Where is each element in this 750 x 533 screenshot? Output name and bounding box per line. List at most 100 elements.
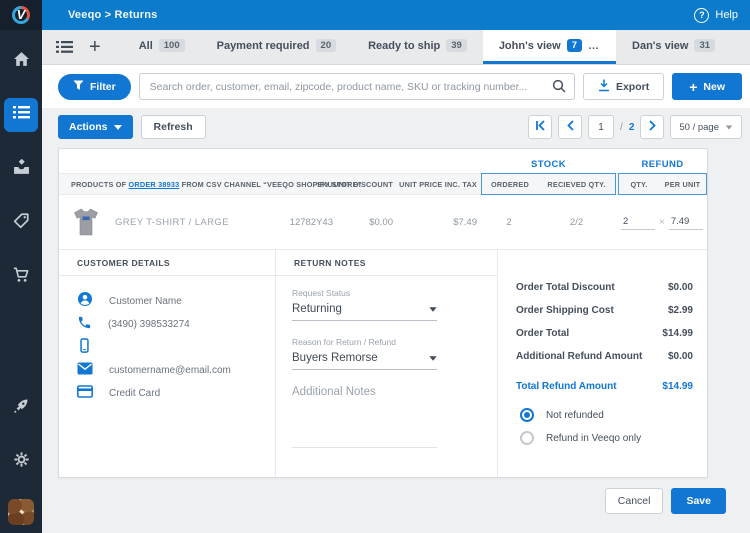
prev-page-button[interactable] <box>558 115 583 139</box>
help-icon: ? <box>694 7 710 23</box>
received-qty-column-header: RECIEVED QTY. <box>547 179 606 189</box>
views-tab-bar: + All 100 Payment required 20 Ready to s… <box>42 30 750 65</box>
tab-count-badge: 100 <box>158 38 185 53</box>
breadcrumb: Veeqo > Returns <box>68 9 158 21</box>
sidebar-item-whats-new[interactable] <box>4 391 38 425</box>
tag-icon <box>13 212 29 234</box>
table-header-row: PRODUCTS OF ORDER 38933 FROM CSV CHANNEL… <box>59 173 707 195</box>
customer-name-row: Customer Name <box>77 290 275 313</box>
chevron-down-icon <box>429 306 437 312</box>
ordered-column-header: ORDERED <box>491 179 529 189</box>
new-button[interactable]: + New <box>672 73 742 100</box>
tab-count-badge: 20 <box>315 38 337 53</box>
download-icon <box>598 79 610 95</box>
radio-refund-in-veeqo-only[interactable]: Refund in Veeqo only <box>520 431 693 445</box>
cart-icon <box>13 267 30 288</box>
product-unit-discount: $0.00 <box>369 216 393 228</box>
received-qty-value: 2/2 <box>569 216 584 228</box>
tab-payment-required[interactable]: Payment required 20 <box>201 30 353 64</box>
refresh-button[interactable]: Refresh <box>140 115 206 139</box>
return-detail-card: STOCK REFUND PRODUCTS OF ORDER 38933 FRO… <box>58 148 708 478</box>
tab-count-badge: 31 <box>694 38 716 53</box>
user-avatar[interactable] <box>4 499 38 533</box>
return-reason-select[interactable]: Buyers Remorse <box>292 352 437 370</box>
total-refund-row: Total Refund Amount $14.99 <box>516 381 693 392</box>
customer-details-section: CUSTOMER DETAILS Customer Name (3490) 39… <box>59 250 276 477</box>
order-link[interactable]: ORDER 38933 <box>129 180 180 189</box>
unit-price-column-header: UNIT PRICE INC. TAX <box>399 179 477 189</box>
customer-mobile-row <box>77 336 275 359</box>
product-sku: 12782Y43 <box>289 216 333 228</box>
tab-count-badge: 7 <box>566 38 583 53</box>
help-button[interactable]: ? Help <box>694 7 738 23</box>
veeqo-logo[interactable]: V <box>0 0 42 30</box>
sidebar-item-returns[interactable] <box>4 98 38 132</box>
rocket-icon <box>13 398 29 419</box>
actions-dropdown-button[interactable]: Actions <box>58 115 133 139</box>
tab-dans-view[interactable]: Dan's view 31 <box>616 30 731 64</box>
export-button[interactable]: Export <box>582 73 665 100</box>
mobile-icon <box>77 337 92 358</box>
refund-group-header: REFUND <box>641 158 684 170</box>
filter-button[interactable]: Filter <box>58 73 131 100</box>
product-thumbnail <box>71 206 101 238</box>
customer-email-row: customername@email.com <box>77 359 275 382</box>
sidebar-item-products[interactable] <box>4 206 38 240</box>
tab-all[interactable]: All 100 <box>123 30 201 64</box>
request-status-label: Request Status <box>292 288 351 298</box>
save-button[interactable]: Save <box>671 488 726 514</box>
sidebar-item-home[interactable] <box>4 44 38 78</box>
radio-selected-icon <box>520 408 534 422</box>
tab-count-badge: 39 <box>446 38 467 53</box>
top-bar: Veeqo > Returns ? Help <box>42 0 750 30</box>
additional-notes-textarea[interactable]: Additional Notes <box>292 386 437 448</box>
refund-summary-section: Order Total Discount $0.00 Order Shippin… <box>498 250 707 477</box>
view-list-button[interactable] <box>56 40 73 54</box>
tab-more-icon[interactable]: … <box>588 40 600 52</box>
refund-qty-input[interactable] <box>621 214 655 230</box>
search-input[interactable] <box>138 73 575 100</box>
return-reason-label: Reason for Return / Refund <box>292 337 396 347</box>
pagination: 1 / 2 50 / page <box>528 115 742 139</box>
sidebar-item-receive[interactable] <box>4 152 38 186</box>
request-status-select[interactable]: Returning <box>292 303 437 321</box>
first-page-button[interactable] <box>528 115 553 139</box>
stock-columns-box: ORDERED RECIEVED QTY. <box>481 173 616 195</box>
page-size-select[interactable]: 50 / page <box>670 115 742 139</box>
veeqo-returns-page: V Veeqo > Returns ? Help + All 100 Payme… <box>0 0 750 533</box>
refund-per-unit-input[interactable] <box>668 214 703 230</box>
inbox-diamond-icon <box>13 158 30 180</box>
tab-johns-view[interactable]: John's view 7 … <box>482 30 617 64</box>
current-page-input[interactable]: 1 <box>588 115 615 139</box>
summary-row: Order Shipping Cost $2.99 <box>516 305 693 316</box>
summary-row: Additional Refund Amount $0.00 <box>516 351 693 362</box>
qty-column-header: QTY. <box>630 179 648 189</box>
radio-not-refunded[interactable]: Not refunded <box>520 408 693 422</box>
cancel-button[interactable]: Cancel <box>604 488 664 514</box>
next-page-button[interactable] <box>640 115 665 139</box>
list-icon <box>12 105 30 125</box>
stock-group-header: STOCK <box>530 158 567 170</box>
credit-card-icon <box>77 384 93 403</box>
ordered-value: 2 <box>506 216 512 228</box>
plus-icon: + <box>689 78 698 95</box>
home-icon <box>13 51 30 72</box>
actions-bar: Actions Refresh 1 / 2 50 / page <box>42 108 750 146</box>
add-view-button[interactable]: + <box>89 37 101 57</box>
customer-details-header: CUSTOMER DETAILS <box>59 250 275 276</box>
chevron-down-icon <box>113 124 122 130</box>
search-icon[interactable] <box>552 79 566 98</box>
email-icon <box>77 362 93 380</box>
chevron-down-icon <box>725 125 733 129</box>
products-header: PRODUCTS OF ORDER 38933 FROM CSV CHANNEL… <box>71 179 362 189</box>
plus-icon: + <box>89 36 101 58</box>
sidebar: V <box>0 0 42 533</box>
search-toolbar: Filter Export + New <box>42 65 750 108</box>
total-pages-link[interactable]: 2 <box>629 122 635 133</box>
gear-icon <box>13 451 30 473</box>
sidebar-item-settings[interactable] <box>4 445 38 479</box>
per-unit-column-header: PER UNIT <box>664 179 701 189</box>
sidebar-item-orders[interactable] <box>4 260 38 294</box>
tab-ready-to-ship[interactable]: Ready to ship 39 <box>352 30 483 64</box>
stock-values: 2 2/2 <box>481 217 616 228</box>
